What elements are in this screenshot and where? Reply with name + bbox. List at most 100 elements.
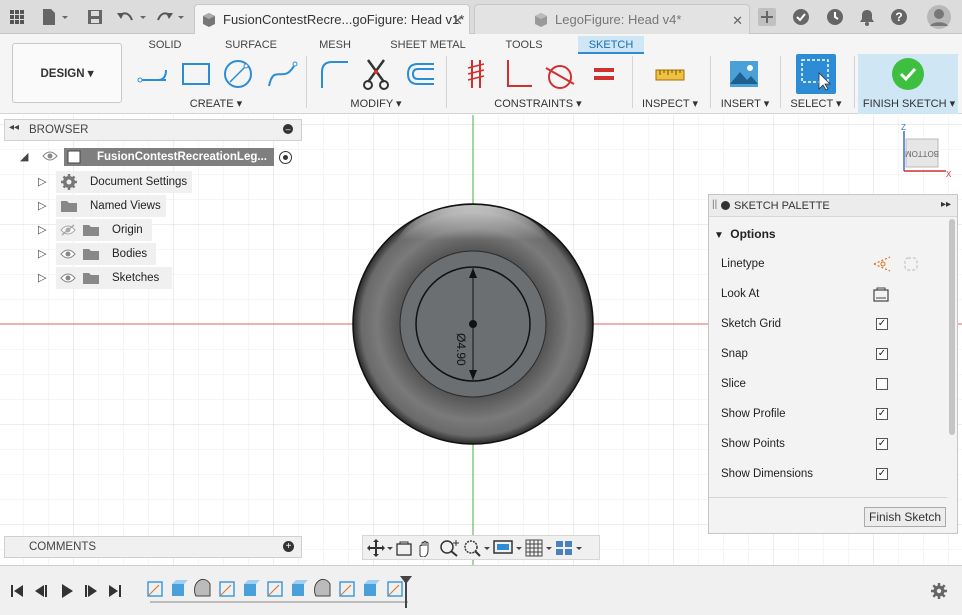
look-at-icon[interactable] bbox=[395, 539, 413, 557]
constraints-menu[interactable]: CONSTRAINTS ▾ bbox=[490, 97, 586, 110]
history-icon[interactable] bbox=[824, 6, 846, 28]
timeline-feature-revolve-icon bbox=[314, 578, 331, 597]
minimize-icon[interactable] bbox=[721, 201, 730, 210]
create-menu[interactable]: CREATE ▾ bbox=[176, 97, 256, 110]
zoom-icon[interactable] bbox=[463, 539, 491, 557]
help-icon[interactable]: ? bbox=[888, 6, 910, 28]
notifications-icon[interactable] bbox=[856, 6, 878, 28]
tab-tools[interactable]: TOOLS bbox=[500, 36, 548, 54]
timeline-features[interactable] bbox=[146, 576, 416, 610]
circle-tool-icon[interactable] bbox=[222, 58, 254, 90]
drag-handle-icon[interactable]: || bbox=[712, 199, 717, 210]
previous-icon[interactable] bbox=[34, 584, 48, 598]
slice-label: Slice bbox=[721, 378, 746, 390]
browser-item-document-settings[interactable]: Document Settings bbox=[56, 171, 192, 193]
workspace-switcher[interactable]: DESIGN ▾ bbox=[12, 43, 122, 103]
inspect-menu[interactable]: INSPECT ▾ bbox=[638, 97, 702, 110]
expand-icon[interactable]: ▷ bbox=[38, 247, 46, 260]
save-icon[interactable] bbox=[84, 6, 106, 28]
gear-icon[interactable] bbox=[930, 582, 948, 600]
modify-menu[interactable]: MODIFY ▾ bbox=[336, 97, 416, 110]
browser-item-origin[interactable]: Origin bbox=[56, 219, 152, 241]
play-icon[interactable] bbox=[60, 584, 74, 598]
redo-icon[interactable] bbox=[154, 6, 188, 28]
grid-icon[interactable] bbox=[6, 6, 28, 28]
expand-icon[interactable]: ▷ bbox=[38, 175, 46, 188]
add-tab-icon[interactable] bbox=[756, 6, 778, 28]
orbit-icon[interactable] bbox=[367, 538, 393, 557]
options-section-header[interactable]: ▼ Options bbox=[714, 227, 776, 241]
insert-image-icon[interactable] bbox=[728, 58, 760, 90]
sketch-grid-checkbox[interactable]: ✓ bbox=[876, 318, 888, 330]
visibility-eye-icon[interactable] bbox=[60, 248, 76, 260]
finish-sketch-menu[interactable]: FINISH SKETCH ▾ bbox=[862, 97, 956, 110]
timeline-feature-sketch-icon bbox=[339, 581, 355, 597]
tab-solid[interactable]: SOLID bbox=[140, 36, 190, 54]
insert-menu[interactable]: INSERT ▾ bbox=[718, 97, 772, 110]
tab-document-inactive[interactable]: LegoFigure: Head v4* ✕ bbox=[474, 4, 750, 34]
expand-icon[interactable]: ▷ bbox=[38, 199, 46, 212]
browser-item-named-views[interactable]: Named Views bbox=[56, 195, 166, 217]
collapse-browser-icon[interactable]: ◂◂ bbox=[9, 122, 19, 133]
first-icon[interactable] bbox=[10, 584, 24, 598]
browser-item-sketches[interactable]: Sketches bbox=[56, 267, 172, 289]
perpendicular-constraint-icon[interactable] bbox=[502, 58, 534, 90]
expand-icon[interactable]: ▷ bbox=[38, 223, 46, 236]
palette-scrollbar[interactable] bbox=[949, 219, 955, 435]
minimize-icon[interactable]: – bbox=[283, 124, 293, 134]
close-icon[interactable]: ✕ bbox=[732, 13, 743, 29]
diameter-dimension[interactable]: Ø4.90 bbox=[454, 333, 468, 366]
grid-settings-icon[interactable] bbox=[525, 539, 553, 557]
pan-icon[interactable] bbox=[415, 539, 437, 557]
last-icon[interactable] bbox=[108, 584, 122, 598]
offset-tool-icon[interactable] bbox=[404, 58, 436, 90]
file-icon[interactable] bbox=[38, 6, 72, 28]
viewcube[interactable]: BOTTOM Z X bbox=[898, 121, 958, 181]
visibility-eye-icon[interactable] bbox=[42, 150, 58, 165]
close-icon[interactable]: ✕ bbox=[452, 13, 463, 29]
snap-checkbox[interactable]: ✓ bbox=[876, 348, 888, 360]
hidden-eye-icon[interactable] bbox=[60, 224, 76, 236]
expand-root-icon[interactable]: ◢ bbox=[20, 150, 28, 163]
show-dimensions-label: Show Dimensions bbox=[721, 468, 814, 480]
tab-document-active[interactable]: FusionContestRecre...goFigure: Head v1* … bbox=[194, 4, 470, 34]
look-at-icon[interactable] bbox=[873, 286, 889, 305]
fillet-tool-icon[interactable] bbox=[318, 58, 350, 90]
visibility-eye-icon[interactable] bbox=[60, 272, 76, 284]
browser-root-item[interactable]: FusionContestRecreationLeg... bbox=[64, 148, 274, 166]
show-profile-checkbox[interactable]: ✓ bbox=[876, 408, 888, 420]
viewports-icon[interactable] bbox=[555, 539, 583, 557]
activate-radio-icon[interactable] bbox=[279, 151, 292, 164]
slice-checkbox[interactable] bbox=[876, 378, 888, 390]
linetype-centerline-icon[interactable] bbox=[903, 256, 919, 275]
zoom-window-icon[interactable] bbox=[439, 539, 461, 557]
trim-scissors-icon[interactable] bbox=[362, 58, 394, 90]
display-settings-icon[interactable] bbox=[493, 539, 523, 557]
finish-sketch-button[interactable]: Finish Sketch bbox=[864, 507, 946, 527]
tab-sheet-metal[interactable]: SHEET METAL bbox=[386, 36, 470, 54]
linetype-construction-icon[interactable] bbox=[873, 256, 891, 275]
tangent-constraint-icon[interactable] bbox=[544, 58, 576, 90]
select-menu[interactable]: SELECT ▾ bbox=[788, 97, 844, 110]
spline-tool-icon[interactable] bbox=[266, 58, 298, 90]
measure-icon[interactable] bbox=[654, 58, 686, 90]
next-icon[interactable] bbox=[84, 584, 98, 598]
tab-mesh[interactable]: MESH bbox=[312, 36, 358, 54]
undo-icon[interactable] bbox=[114, 6, 148, 28]
expand-palette-icon[interactable]: ▸▸ bbox=[941, 199, 951, 210]
finish-sketch-check-icon[interactable] bbox=[892, 58, 924, 90]
select-tool-icon[interactable] bbox=[796, 54, 836, 94]
show-points-checkbox[interactable]: ✓ bbox=[876, 438, 888, 450]
line-tool-icon[interactable] bbox=[136, 58, 168, 90]
browser-item-bodies[interactable]: Bodies bbox=[56, 243, 156, 265]
tab-sketch[interactable]: SKETCH bbox=[578, 36, 644, 54]
tab-surface[interactable]: SURFACE bbox=[220, 36, 282, 54]
add-comment-icon[interactable]: + bbox=[283, 541, 294, 552]
rectangle-tool-icon[interactable] bbox=[180, 58, 212, 90]
offline-icon[interactable] bbox=[790, 6, 812, 28]
equal-constraint-icon[interactable] bbox=[588, 58, 620, 90]
user-avatar-icon[interactable] bbox=[926, 4, 952, 30]
show-dimensions-checkbox[interactable]: ✓ bbox=[876, 468, 888, 480]
coincident-constraint-icon[interactable] bbox=[460, 58, 492, 90]
expand-icon[interactable]: ▷ bbox=[38, 271, 46, 284]
